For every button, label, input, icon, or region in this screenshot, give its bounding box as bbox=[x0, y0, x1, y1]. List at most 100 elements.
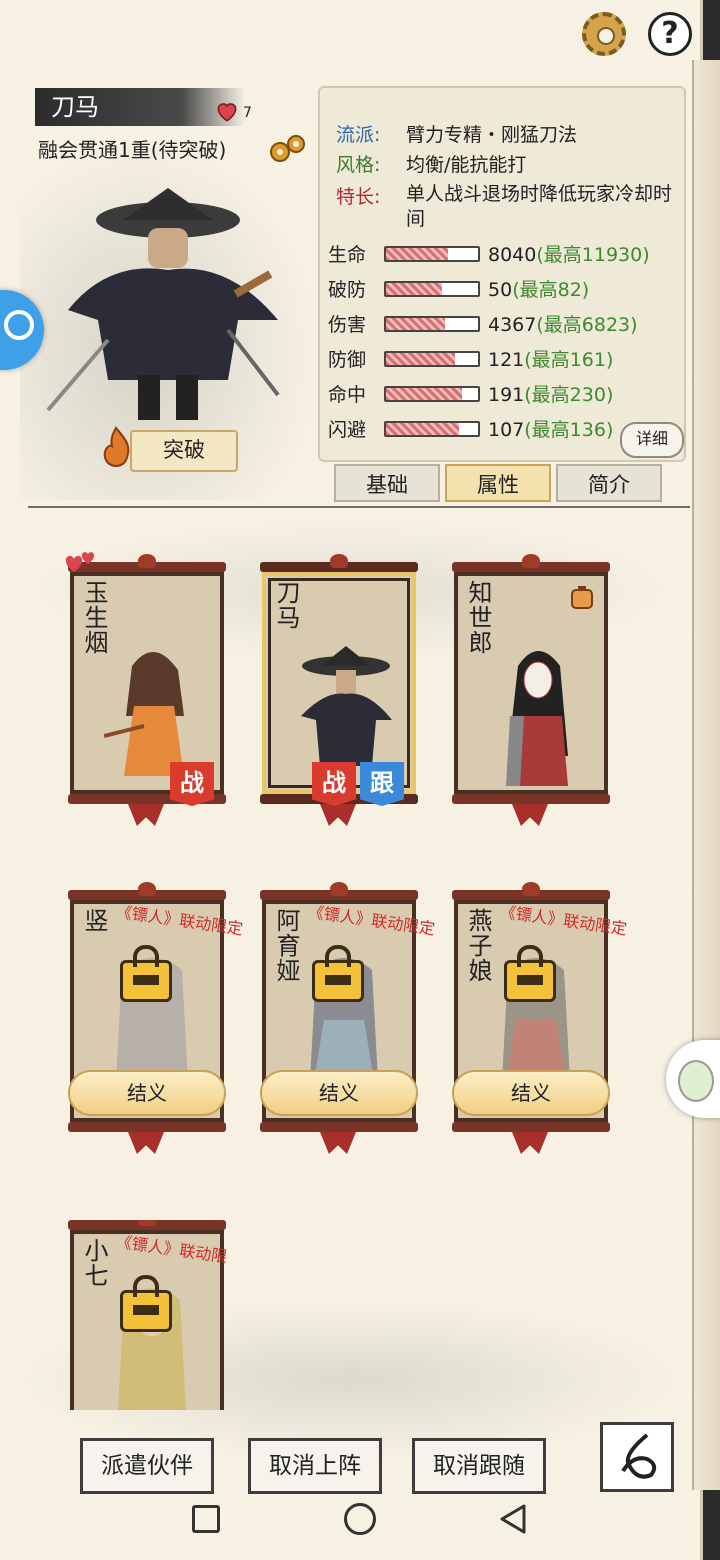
companion-name: 燕子娘 bbox=[464, 908, 492, 983]
school-label: 流派: bbox=[336, 124, 381, 146]
lock-icon bbox=[120, 1275, 172, 1332]
tab-basic[interactable]: 基础 bbox=[334, 464, 440, 502]
companion-card[interactable]: 玉生烟 战 bbox=[65, 552, 226, 826]
heart-icon bbox=[217, 103, 237, 122]
stat-value: 8040(最高11930) bbox=[488, 244, 650, 266]
stat-bar bbox=[384, 281, 480, 297]
companion-card-locked[interactable]: 阿育娅 《镖人》联动限定 结义 bbox=[260, 882, 436, 1154]
school-row: 流派: 臂力专精・刚猛刀法 bbox=[336, 120, 577, 147]
stat-value: 50(最高82) bbox=[488, 279, 590, 301]
stat-row-armor-break: 破防 50(最高82) bbox=[328, 273, 678, 303]
heart-count: 7 bbox=[243, 105, 252, 121]
stat-bar bbox=[384, 386, 480, 402]
character-portrait bbox=[46, 188, 280, 420]
sworn-button[interactable]: 结义 bbox=[260, 1070, 418, 1116]
stat-bar-fill bbox=[386, 388, 463, 400]
stat-value: 4367(最高6823) bbox=[488, 314, 638, 336]
stat-row-hp: 生命 8040(最高11930) bbox=[328, 238, 678, 268]
scroll-rod bbox=[68, 1122, 226, 1132]
breakthrough-area: 突破 bbox=[96, 424, 246, 472]
scroll-rod bbox=[452, 1122, 610, 1132]
stat-label: 伤害 bbox=[328, 314, 367, 336]
scroll-rod bbox=[452, 794, 610, 804]
scroll-knob bbox=[138, 882, 156, 896]
stats-panel: 流派: 臂力专精・刚猛刀法 风格: 均衡/能抗能打 特长: 单人战斗退场时降低玩家冷却… bbox=[318, 86, 686, 462]
specialty-row: 特长: 单人战斗退场时降低玩家冷却时间 bbox=[336, 182, 676, 232]
book-edge bbox=[692, 60, 720, 1490]
cancel-follow-button[interactable]: 取消跟随 bbox=[412, 1438, 546, 1494]
lock-icon bbox=[504, 945, 556, 1002]
style-label: 风格: bbox=[336, 154, 381, 176]
specialty-value: 单人战斗退场时降低玩家冷却时间 bbox=[406, 183, 673, 230]
stat-bar-fill bbox=[386, 248, 448, 260]
companion-card-locked[interactable]: 小七 《镖人》联动限定 bbox=[68, 1220, 226, 1410]
companion-name: 小七 bbox=[80, 1238, 108, 1288]
cancel-deploy-button[interactable]: 取消上阵 bbox=[248, 1438, 382, 1494]
style-value: 均衡/能抗能打 bbox=[406, 154, 527, 176]
style-row: 风格: 均衡/能抗能打 bbox=[336, 150, 526, 177]
stat-row-defense: 防御 121(最高161) bbox=[328, 343, 678, 373]
companion-name: 玉生烟 bbox=[80, 580, 108, 655]
realm-level: 融会贯通1重(待突破) bbox=[38, 138, 227, 162]
tab-intro[interactable]: 简介 bbox=[556, 464, 662, 502]
follow-badge: 跟 bbox=[360, 762, 404, 806]
breakthrough-button[interactable]: 突破 bbox=[130, 430, 238, 472]
coins-icon bbox=[270, 135, 305, 162]
scroll-knob bbox=[522, 882, 540, 896]
stat-value: 121(最高161) bbox=[488, 349, 614, 371]
companion-name: 刀马 bbox=[272, 580, 300, 630]
stat-bar bbox=[384, 316, 480, 332]
companion-card-selected[interactable]: 刀马 战 跟 bbox=[260, 554, 418, 826]
tab-attributes[interactable]: 属性 bbox=[445, 464, 551, 502]
school-value: 臂力专精・刚猛刀法 bbox=[406, 124, 578, 146]
sworn-button[interactable]: 结义 bbox=[452, 1070, 610, 1116]
stat-value: 191(最高230) bbox=[488, 384, 614, 406]
battle-badge: 战 bbox=[170, 762, 214, 806]
back-nav-icon[interactable] bbox=[498, 1503, 528, 1535]
scroll-knob bbox=[138, 554, 156, 568]
stat-bar-fill bbox=[386, 353, 455, 365]
stat-label: 破防 bbox=[328, 279, 367, 301]
scroll-knob bbox=[138, 1220, 156, 1226]
back-button[interactable] bbox=[600, 1422, 674, 1492]
companion-card-locked[interactable]: 竖 《镖人》联动限定 结义 bbox=[68, 882, 244, 1154]
detail-button[interactable]: 详细 bbox=[620, 422, 684, 458]
lock-icon bbox=[312, 945, 364, 1002]
companion-card-locked[interactable]: 燕子娘 《镖人》联动限定 结义 bbox=[452, 882, 628, 1154]
stat-bar-fill bbox=[386, 423, 459, 435]
settings-gear-icon[interactable] bbox=[582, 12, 626, 56]
section-divider bbox=[28, 506, 690, 508]
battle-badge: 战 bbox=[312, 762, 356, 806]
stat-row-damage: 伤害 4367(最高6823) bbox=[328, 308, 678, 338]
scroll-knob bbox=[330, 882, 348, 896]
scroll-rod bbox=[260, 1122, 418, 1132]
stat-label: 命中 bbox=[328, 384, 367, 406]
stat-label: 防御 bbox=[328, 349, 367, 371]
recent-apps-button[interactable] bbox=[192, 1505, 220, 1533]
back-arrow-icon bbox=[621, 1433, 657, 1479]
stat-value: 107(最高136) bbox=[488, 419, 614, 441]
stat-label: 闪避 bbox=[328, 419, 367, 441]
specialty-label: 特长: bbox=[336, 186, 381, 208]
stat-row-accuracy: 命中 191(最高230) bbox=[328, 378, 678, 408]
stat-bar-fill bbox=[386, 283, 443, 295]
scroll-knob bbox=[522, 554, 540, 568]
companion-card[interactable]: 知世郎 bbox=[452, 554, 610, 826]
hearts-icon bbox=[65, 552, 95, 572]
dispatch-companion-button[interactable]: 派遣伙伴 bbox=[80, 1438, 214, 1494]
help-icon[interactable]: ? bbox=[648, 12, 692, 56]
companion-name: 阿育娅 bbox=[272, 908, 300, 983]
stat-bar bbox=[384, 421, 480, 437]
companion-figure bbox=[506, 651, 568, 786]
scroll-knob bbox=[330, 554, 348, 568]
stat-label: 生命 bbox=[328, 244, 367, 266]
companion-name: 竖 bbox=[80, 908, 108, 933]
companion-name: 知世郎 bbox=[464, 580, 492, 655]
sworn-button[interactable]: 结义 bbox=[68, 1070, 226, 1116]
stat-bar bbox=[384, 351, 480, 367]
lantern-icon bbox=[571, 586, 593, 609]
home-button[interactable] bbox=[344, 1503, 376, 1535]
stat-bar bbox=[384, 246, 480, 262]
lock-icon bbox=[120, 945, 172, 1002]
stat-bar-fill bbox=[386, 318, 445, 330]
